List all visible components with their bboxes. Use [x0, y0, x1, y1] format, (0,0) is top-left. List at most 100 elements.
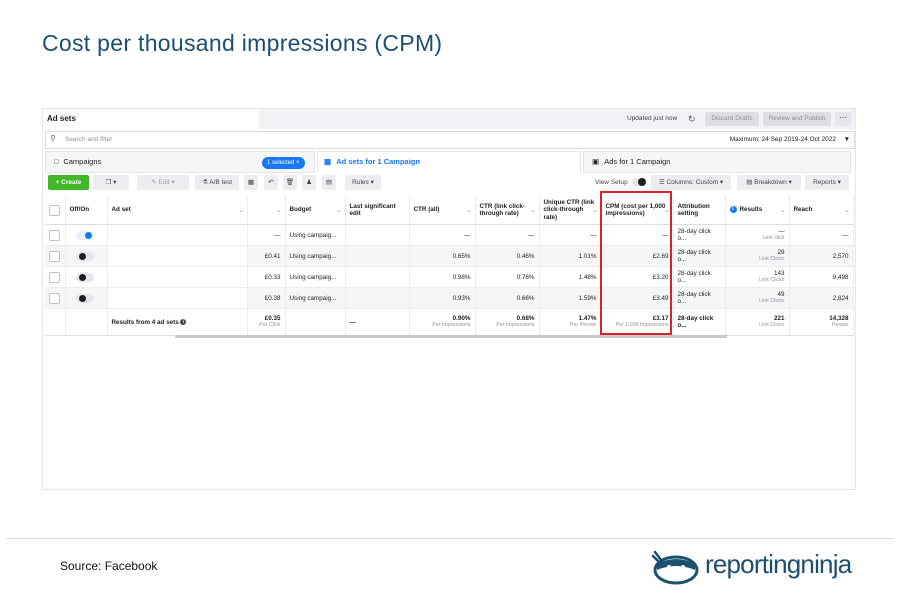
- duplicate-button[interactable]: ❐ ▾: [93, 175, 129, 190]
- total-ctr-all-sub: Per Impressions: [432, 322, 471, 328]
- ctr-link-cell: 0.76%: [475, 266, 540, 288]
- budget-cell: Using campaig...: [285, 224, 346, 246]
- col-results[interactable]: i Results ⌄: [725, 196, 790, 225]
- col-last-edit[interactable]: Last significant edit: [345, 196, 410, 225]
- info-icon[interactable]: i: [180, 318, 187, 325]
- ad-set-name[interactable]: [107, 224, 248, 246]
- table-header-row: Off/On Ad set ⌄ ⌄ Budget ⌄ Last significan…: [45, 196, 854, 225]
- col-ctr-all[interactable]: CTR (all) ⌄: [409, 196, 476, 225]
- slide-title: Cost per thousand impressions (CPM): [42, 30, 443, 56]
- attribution-cell: 28-day click o...: [673, 266, 726, 288]
- source-caption: Source: Facebook: [60, 559, 158, 573]
- results-sub: Link Clicks: [759, 298, 785, 304]
- preview-icon[interactable]: ▤: [322, 175, 336, 190]
- logo-wordmark: reportingninja: [705, 549, 852, 579]
- delete-icon[interactable]: 🗑: [283, 175, 297, 190]
- view-setup-label: View Setup: [595, 179, 628, 186]
- total-cost-cell: £0.35 Per Click: [247, 308, 286, 336]
- ab-test-button[interactable]: ⚗ A/B test: [195, 175, 239, 190]
- discard-drafts-button[interactable]: Discard Drafts: [705, 112, 759, 126]
- attribution-cell: 28-day click o...: [673, 224, 726, 246]
- ad-sets-header-tab[interactable]: Ad sets: [43, 109, 259, 129]
- chevron-down-icon: ⌄: [466, 207, 472, 214]
- horizontal-scrollbar[interactable]: [175, 335, 727, 338]
- row-toggle[interactable]: [75, 272, 94, 282]
- search-bar[interactable]: ⚲ Search and filter Maximum: 24 Sep 2019…: [45, 131, 855, 149]
- ctr-all-cell: 0.98%: [409, 266, 476, 288]
- table-row[interactable]: £0.41 Using campaig... 0.65% 0.46% 1.01%…: [45, 245, 854, 267]
- unique-ctr-cell: 1.01%: [539, 245, 602, 267]
- ctr-link-cell: —: [475, 224, 540, 246]
- breakdown-label: Breakdown: [754, 179, 787, 186]
- results-sub: Link Clicks: [759, 256, 785, 262]
- more-options-button[interactable]: ···: [835, 112, 851, 126]
- table-row[interactable]: £0.33 Using campaig... 0.98% 0.76% 1.48%…: [45, 266, 854, 288]
- col-unique-ctr[interactable]: Unique CTR (link click-through rate) ⌄: [539, 196, 602, 225]
- ad-set-name[interactable]: [107, 245, 248, 267]
- breakdown-button[interactable]: ▤ Breakdown ▾: [737, 175, 801, 190]
- tab-ad-sets-label: Ad sets for 1 Campaign: [336, 157, 420, 166]
- select-all-checkbox[interactable]: [49, 204, 60, 216]
- audience-icon[interactable]: ♟: [302, 175, 316, 190]
- tab-ads[interactable]: ▣ Ads for 1 Campaign: [583, 151, 851, 173]
- col-ctr-link[interactable]: CTR (link click-through rate) ⌄: [475, 196, 540, 225]
- chevron-down-icon[interactable]: ▼: [844, 132, 850, 148]
- last-edit-cell: [345, 287, 410, 309]
- ab-test-label: A/B test: [209, 179, 233, 186]
- total-last-edit: —: [345, 308, 410, 336]
- toolbar: + Create ❐ ▾ ✎ Edit ▾ ⚗ A/B test ▩ ↶ 🗑 ♟…: [45, 175, 853, 191]
- refresh-icon[interactable]: ↻: [688, 114, 698, 124]
- row-toggle[interactable]: [75, 293, 94, 303]
- table-row[interactable]: — Using campaig... — — — — 28-day click …: [45, 224, 854, 246]
- date-range-picker[interactable]: Maximum: 24 Sep 2019-24 Oct 2022: [730, 132, 836, 148]
- view-setup-toggle[interactable]: [632, 178, 646, 186]
- row-toggle[interactable]: [75, 251, 94, 261]
- select-all-cell[interactable]: [45, 196, 66, 225]
- ad-set-name[interactable]: [107, 287, 248, 309]
- col-budget[interactable]: Budget ⌄: [285, 196, 346, 225]
- selected-pill[interactable]: 1 selected ×: [262, 157, 305, 169]
- total-results-cell: 221 Link Clicks: [725, 308, 790, 336]
- reports-label: Reports: [813, 179, 836, 186]
- rules-button[interactable]: Rules ▾: [345, 175, 381, 190]
- row-checkbox[interactable]: [49, 250, 60, 262]
- folder-icon: □: [54, 159, 59, 166]
- chevron-down-icon: ⌄: [276, 207, 282, 214]
- create-button[interactable]: + Create: [48, 175, 89, 190]
- search-icon: ⚲: [50, 134, 56, 143]
- budget-cell: Using campaig...: [285, 245, 346, 267]
- undo-icon[interactable]: ↶: [264, 175, 278, 190]
- row-toggle[interactable]: [75, 230, 94, 240]
- search-input[interactable]: Search and filter: [65, 132, 112, 148]
- col-attribution[interactable]: Attribution setting: [673, 196, 726, 225]
- total-ctr-link-cell: 0.68% Per Impressions: [475, 308, 540, 336]
- col-ad-set[interactable]: Ad set ⌄: [107, 196, 248, 225]
- updated-status: Updated just now: [627, 115, 678, 122]
- col-cost[interactable]: ⌄: [247, 196, 286, 225]
- col-off-on[interactable]: Off/On: [65, 196, 108, 225]
- edit-label: Edit: [158, 179, 170, 186]
- ctr-all-cell: —: [409, 224, 476, 246]
- tab-ad-sets[interactable]: ▦ Ad sets for 1 Campaign: [317, 151, 581, 173]
- row-checkbox[interactable]: [49, 271, 60, 283]
- row-checkbox[interactable]: [49, 292, 60, 304]
- edit-button[interactable]: ✎ Edit ▾: [137, 175, 189, 190]
- rules-label: Rules: [352, 179, 369, 186]
- table-row[interactable]: £0.38 Using campaig... 0.93% 0.66% 1.59%…: [45, 287, 854, 309]
- review-publish-button[interactable]: Review and Publish: [763, 112, 831, 126]
- columns-button[interactable]: ☰ Columns: Custom ▾: [651, 175, 731, 190]
- reports-button[interactable]: Reports ▾: [805, 175, 849, 190]
- total-cost-sub: Per Click: [259, 322, 281, 328]
- report-icon[interactable]: ▩: [244, 175, 258, 190]
- total-reach-sub: People: [832, 322, 849, 328]
- chevron-down-icon: ⌄: [844, 207, 850, 214]
- ctr-all-cell: 0.93%: [409, 287, 476, 309]
- col-results-label: Results: [739, 206, 763, 214]
- ad-set-name[interactable]: [107, 266, 248, 288]
- last-edit-cell: [345, 224, 410, 246]
- tab-campaigns[interactable]: □ Campaigns 1 selected ×: [45, 151, 315, 173]
- chevron-down-icon: ⌄: [336, 207, 342, 214]
- row-checkbox[interactable]: [49, 229, 60, 241]
- col-reach[interactable]: Reach ⌄: [789, 196, 854, 225]
- last-edit-cell: [345, 245, 410, 267]
